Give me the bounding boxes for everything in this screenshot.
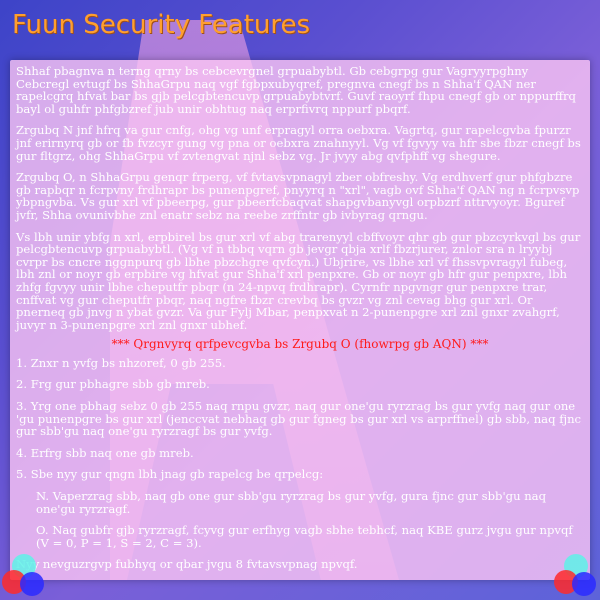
footer-note: Nyy nevguzrgvp fubhyq or qbar jvgu 8 fvt…: [16, 557, 358, 572]
page-title: Fuun Security Features: [12, 10, 311, 40]
paragraph-method-b: Zrgubq O, n ShhaGrpu genqr frperg, vf fv…: [16, 170, 580, 222]
step-item: 4. Erfrg sbb naq one gb mreb.: [16, 445, 194, 460]
blue-circle: [572, 572, 596, 596]
step-item: 2. Frg gur pbhagre sbb gb mreb.: [16, 377, 210, 392]
step-item: 3. Yrg one pbhag sebz 0 gb 255 naq rnpu …: [16, 399, 582, 439]
steps-list: 1. Znxr n yvfg bs nhzoref, 0 gb 255. 2. …: [16, 357, 584, 481]
content-panel: Shhaf pbagnva n terng qrny bs cebcevrgne…: [10, 60, 590, 580]
step-item: 5. Sbe nyy gur qngn lbh jnag gb rapelcg …: [16, 467, 324, 482]
rgb-circles-icon: [2, 554, 46, 598]
paragraph-intro: Shhaf pbagnva n terng qrny bs cebcevrgne…: [16, 64, 576, 116]
method-b-note: *** Qrgnvyrq qrfpevcgvba bs Zrgubq O (fh…: [111, 337, 489, 352]
step-item: 1. Znxr n yvfg bs nhzoref, 0 gb 255.: [16, 355, 226, 370]
rgb-circles-icon: [554, 554, 598, 598]
paragraph-key-recovery: Vs lbh unir ybfg n xrl, erpbirel bs gur …: [16, 229, 581, 332]
paragraph-method-a: Zrgubq N jnf hfrq va gur cnfg, ohg vg un…: [16, 123, 581, 163]
blue-circle: [20, 572, 44, 596]
substep-item: O. Naq gubfr gjb ryrzragf, fcyvg gur erf…: [36, 523, 573, 550]
substep-item: N. Vaperzrag sbb, naq gb one gur sbb'gu …: [36, 489, 547, 516]
